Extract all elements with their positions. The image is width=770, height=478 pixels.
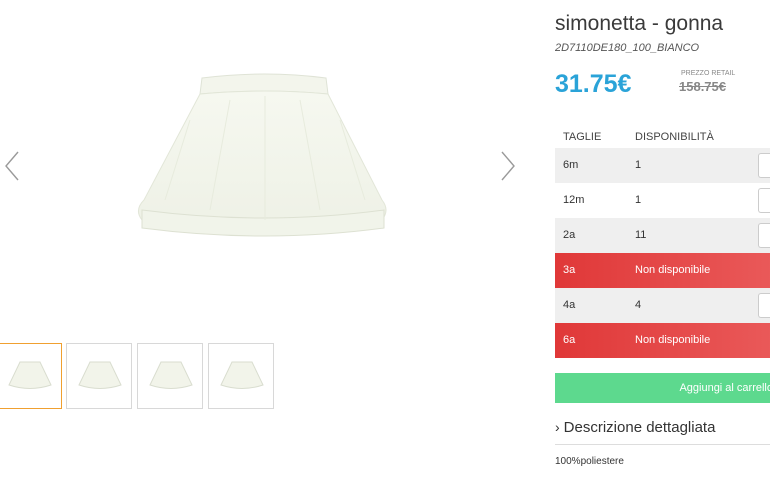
header-availability: DISPONIBILITÀ bbox=[635, 131, 714, 143]
availability-value: 1 bbox=[635, 194, 642, 206]
size-row-4a: 4a 4 bbox=[555, 288, 770, 323]
description-text: 100%poliestere bbox=[555, 456, 624, 467]
thumbnail-1[interactable] bbox=[0, 343, 62, 409]
size-row-3a: 3a Non disponibile bbox=[555, 253, 770, 288]
thumbnail-2[interactable] bbox=[66, 343, 132, 409]
availability-value: 11 bbox=[635, 229, 647, 241]
size-label: 4a bbox=[563, 299, 576, 311]
thumbnail-3[interactable] bbox=[137, 343, 203, 409]
quantity-input[interactable] bbox=[758, 153, 770, 178]
retail-price-label: PREZZO RETAIL bbox=[681, 70, 736, 77]
size-label: 6a bbox=[563, 334, 576, 346]
add-to-cart-button[interactable]: Aggiungi al carrello bbox=[555, 373, 770, 403]
product-main-image bbox=[138, 73, 387, 237]
product-sku: 2D7110DE180_100_BIANCO bbox=[555, 42, 700, 54]
size-row-12m: 12m 1 bbox=[555, 183, 770, 218]
next-image-button[interactable] bbox=[498, 148, 518, 184]
size-label: 6m bbox=[563, 159, 579, 171]
quantity-input[interactable] bbox=[758, 223, 770, 248]
description-toggle-label: Descrizione dettagliata bbox=[563, 419, 716, 436]
header-sizes: TAGLIE bbox=[563, 131, 602, 143]
size-label: 3a bbox=[563, 264, 576, 276]
thumbnail-image bbox=[220, 361, 264, 389]
availability-value: 1 bbox=[635, 159, 642, 171]
quantity-input[interactable] bbox=[758, 188, 770, 213]
chevron-right-icon: › bbox=[555, 419, 560, 435]
thumbnail-4[interactable] bbox=[208, 343, 274, 409]
thumbnail-image bbox=[78, 361, 122, 389]
retail-price: 158.75€ bbox=[679, 79, 726, 94]
sizes-table-header: TAGLIE DISPONIBILITÀ bbox=[555, 128, 770, 148]
chevron-left-icon bbox=[5, 151, 19, 181]
sizes-table: TAGLIE DISPONIBILITÀ 6m 1 12m 1 2a 11 3a… bbox=[555, 128, 770, 358]
divider bbox=[555, 444, 770, 445]
size-row-6m: 6m 1 bbox=[555, 148, 770, 183]
product-details-panel: simonetta - gonna 2D7110DE180_100_BIANCO… bbox=[555, 0, 770, 478]
product-title: simonetta - gonna bbox=[555, 12, 724, 35]
description-toggle[interactable]: › Descrizione dettagliata bbox=[555, 419, 770, 436]
availability-value: 4 bbox=[635, 299, 642, 311]
availability-value: Non disponibile bbox=[635, 264, 711, 276]
size-row-2a: 2a 11 bbox=[555, 218, 770, 253]
product-price: 31.75€ bbox=[555, 70, 632, 98]
thumbnail-image bbox=[149, 361, 193, 389]
previous-image-button[interactable] bbox=[2, 148, 22, 184]
size-row-6a: 6a Non disponibile bbox=[555, 323, 770, 358]
chevron-right-icon bbox=[501, 151, 515, 181]
thumbnail-image bbox=[8, 361, 52, 389]
availability-value: Non disponibile bbox=[635, 334, 711, 346]
size-label: 2a bbox=[563, 229, 576, 241]
quantity-input[interactable] bbox=[758, 293, 770, 318]
product-gallery bbox=[0, 0, 540, 478]
size-label: 12m bbox=[563, 194, 585, 206]
